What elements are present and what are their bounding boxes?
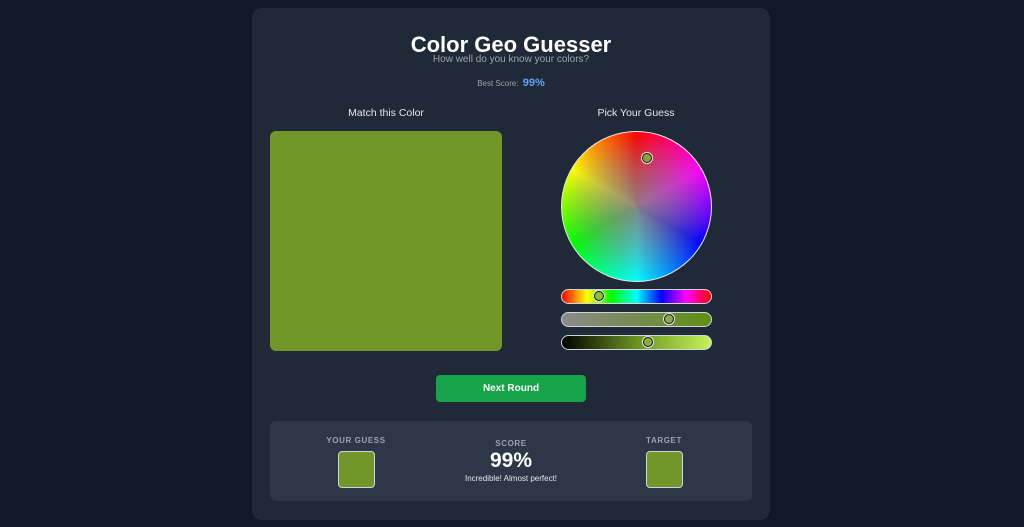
saturation-slider[interactable] <box>561 312 712 327</box>
your-guess-swatch <box>337 451 375 488</box>
next-round-button[interactable]: Next Round <box>436 375 586 402</box>
saturation-slider-handle[interactable] <box>664 314 675 324</box>
picker-section-label: Pick Your Guess <box>597 107 675 119</box>
page-subtitle: How well do you know your colors? <box>432 54 590 65</box>
color-wheel[interactable] <box>561 131 712 282</box>
color-wheel-shade <box>562 132 711 281</box>
your-guess-label: YOUR GUESS <box>326 436 386 445</box>
hue-slider-handle[interactable] <box>594 291 605 301</box>
target-label: TARGET <box>646 436 682 445</box>
result-panel: YOUR GUESS SCORE 99% Incredible! Almost … <box>270 421 752 501</box>
score-message: Incredible! Almost perfect! <box>464 474 558 483</box>
target-swatch-small <box>645 451 683 488</box>
target-color-swatch <box>270 131 502 351</box>
lightness-slider-handle[interactable] <box>643 337 654 347</box>
target-column: TARGET <box>624 436 704 488</box>
best-score: Best Score: 99% <box>252 77 770 89</box>
best-score-label: Best Score: <box>477 79 519 88</box>
hue-slider[interactable] <box>561 289 712 304</box>
score-value: 99% <box>489 449 533 472</box>
score-column: SCORE 99% Incredible! Almost perfect! <box>440 439 582 483</box>
your-guess-column: YOUR GUESS <box>316 436 396 488</box>
game-card: Color Geo Guesser How well do you know y… <box>252 8 770 520</box>
lightness-slider[interactable] <box>561 335 712 350</box>
score-label: SCORE <box>495 439 527 448</box>
color-wheel-handle[interactable] <box>642 153 652 163</box>
target-section-label: Match this Color <box>348 107 424 119</box>
best-score-value: 99% <box>522 77 545 89</box>
